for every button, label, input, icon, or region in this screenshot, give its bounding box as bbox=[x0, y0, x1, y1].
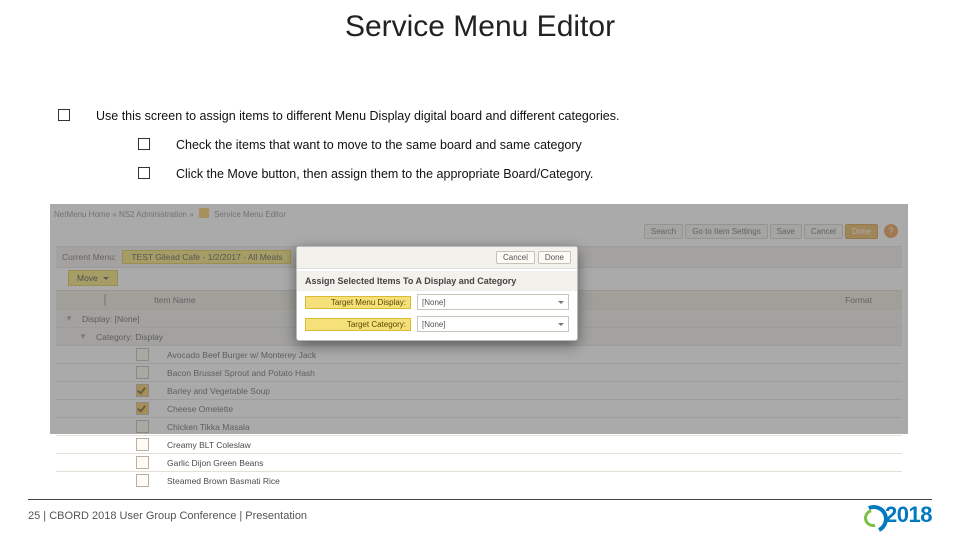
table-row: Barley and Vegetable Soup bbox=[56, 381, 902, 399]
item-checkbox[interactable] bbox=[136, 474, 149, 487]
ugc-logo: 2018 bbox=[860, 502, 932, 528]
display-node[interactable]: Display: [None] bbox=[82, 314, 140, 324]
breadcrumb: NetMenu Home » NS2 Administration » Serv… bbox=[54, 208, 286, 219]
item-name: Creamy BLT Coleslaw bbox=[167, 440, 251, 450]
table-row: Garlic Dijon Green Beans bbox=[56, 453, 902, 471]
item-name: Steamed Brown Basmati Rice bbox=[167, 476, 280, 486]
help-icon[interactable]: ? bbox=[884, 224, 898, 238]
slide-title: Service Menu Editor bbox=[0, 10, 960, 44]
format-header: Format bbox=[845, 295, 902, 305]
table-row: Chicken Tikka Masala bbox=[56, 417, 902, 435]
logo-year: 2018 bbox=[885, 502, 932, 528]
save-button[interactable]: Save bbox=[770, 224, 802, 239]
current-menu-select[interactable]: TEST Gilead Cafe - 1/2/2017 - All Meals bbox=[122, 250, 291, 264]
current-menu-label: Current Menu: bbox=[56, 252, 122, 262]
item-name: Barley and Vegetable Soup bbox=[167, 386, 270, 396]
done-button[interactable]: Done bbox=[845, 224, 878, 239]
item-checkbox[interactable] bbox=[136, 456, 149, 469]
move-button[interactable]: Move bbox=[68, 270, 118, 286]
item-checkbox[interactable] bbox=[136, 384, 149, 397]
item-checkbox[interactable] bbox=[136, 348, 149, 361]
select-all-checkbox[interactable] bbox=[104, 294, 106, 306]
item-name: Avocado Beef Burger w/ Monterey Jack bbox=[167, 350, 316, 360]
footer-text: 25 | CBORD 2018 User Group Conference | … bbox=[28, 510, 307, 522]
footer-rule bbox=[28, 499, 932, 500]
editor-icon bbox=[199, 208, 209, 218]
table-row: Avocado Beef Burger w/ Monterey Jack bbox=[56, 345, 902, 363]
target-category-select[interactable]: [None] bbox=[417, 316, 569, 332]
item-checkbox[interactable] bbox=[136, 420, 149, 433]
bullet-box-icon bbox=[138, 167, 150, 179]
target-category-label: Target Category: bbox=[305, 318, 411, 331]
collapse-icon[interactable]: ▾ bbox=[62, 313, 76, 324]
cancel-button[interactable]: Cancel bbox=[804, 224, 843, 239]
modal-done-button[interactable]: Done bbox=[538, 251, 571, 264]
search-button[interactable]: Search bbox=[644, 224, 683, 239]
checkbox-header bbox=[56, 295, 154, 305]
bullet-text: Click the Move button, then assign them … bbox=[176, 166, 593, 183]
bullet-list: Use this screen to assign items to diffe… bbox=[58, 108, 920, 195]
modal-title: Assign Selected Items To A Display and C… bbox=[297, 271, 577, 291]
assign-items-modal: Cancel Done Assign Selected Items To A D… bbox=[296, 246, 578, 341]
item-name: Garlic Dijon Green Beans bbox=[167, 458, 263, 468]
item-name: Chicken Tikka Masala bbox=[167, 422, 250, 432]
target-display-label: Target Menu Display: bbox=[305, 296, 411, 309]
category-node[interactable]: Category: Display bbox=[96, 332, 163, 342]
item-checkbox[interactable] bbox=[136, 438, 149, 451]
table-row: Steamed Brown Basmati Rice bbox=[56, 471, 902, 489]
table-row: Bacon Brussel Sprout and Potato Hash bbox=[56, 363, 902, 381]
item-checkbox[interactable] bbox=[136, 366, 149, 379]
bullet-box-icon bbox=[138, 138, 150, 150]
item-name: Bacon Brussel Sprout and Potato Hash bbox=[167, 368, 315, 378]
table-row: Cheese Omelette bbox=[56, 399, 902, 417]
bullet-text: Check the items that want to move to the… bbox=[176, 137, 582, 154]
bullet-box-icon bbox=[58, 109, 70, 121]
logo-swirl-icon bbox=[860, 505, 882, 525]
target-display-select[interactable]: [None] bbox=[417, 294, 569, 310]
item-name-header: Item Name bbox=[154, 295, 196, 305]
collapse-icon[interactable]: ▾ bbox=[76, 331, 90, 342]
item-checkbox[interactable] bbox=[136, 402, 149, 415]
goto-item-settings-button[interactable]: Go to Item Settings bbox=[685, 224, 767, 239]
table-row: Creamy BLT Coleslaw bbox=[56, 435, 902, 453]
bullet-text: Use this screen to assign items to diffe… bbox=[96, 108, 619, 125]
item-name: Cheese Omelette bbox=[167, 404, 233, 414]
modal-cancel-button[interactable]: Cancel bbox=[496, 251, 535, 264]
embedded-screenshot: NetMenu Home » NS2 Administration » Serv… bbox=[50, 204, 908, 434]
top-toolbar: Search Go to Item Settings Save Cancel D… bbox=[644, 222, 898, 240]
